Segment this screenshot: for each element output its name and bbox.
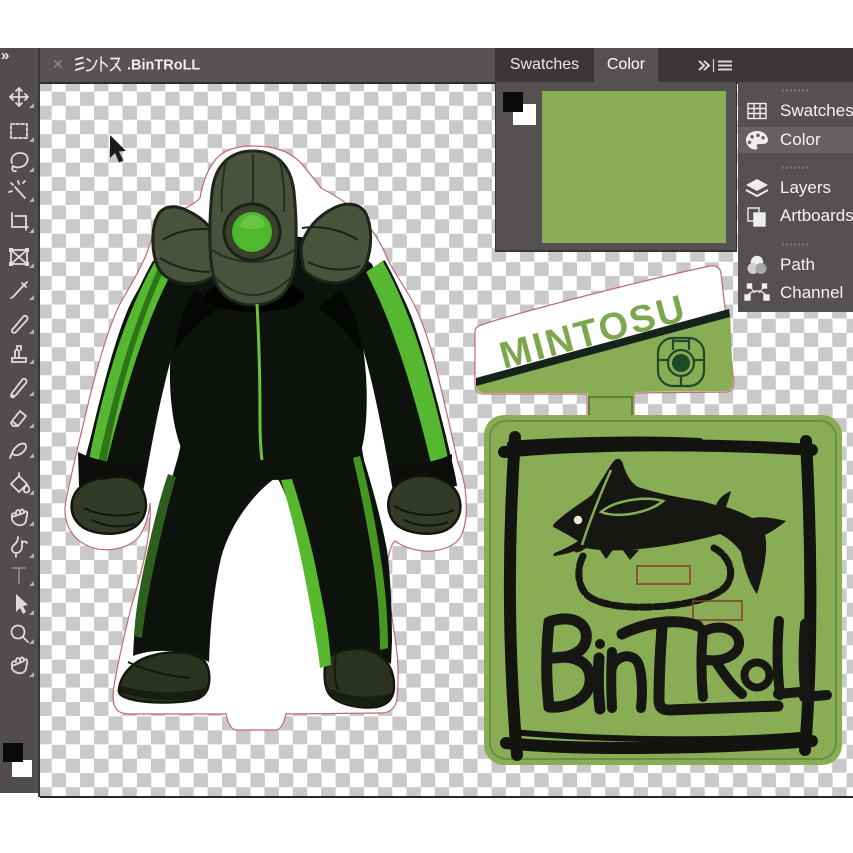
svg-text:.BinTRoLL: .BinTRoLL: [127, 58, 200, 74]
